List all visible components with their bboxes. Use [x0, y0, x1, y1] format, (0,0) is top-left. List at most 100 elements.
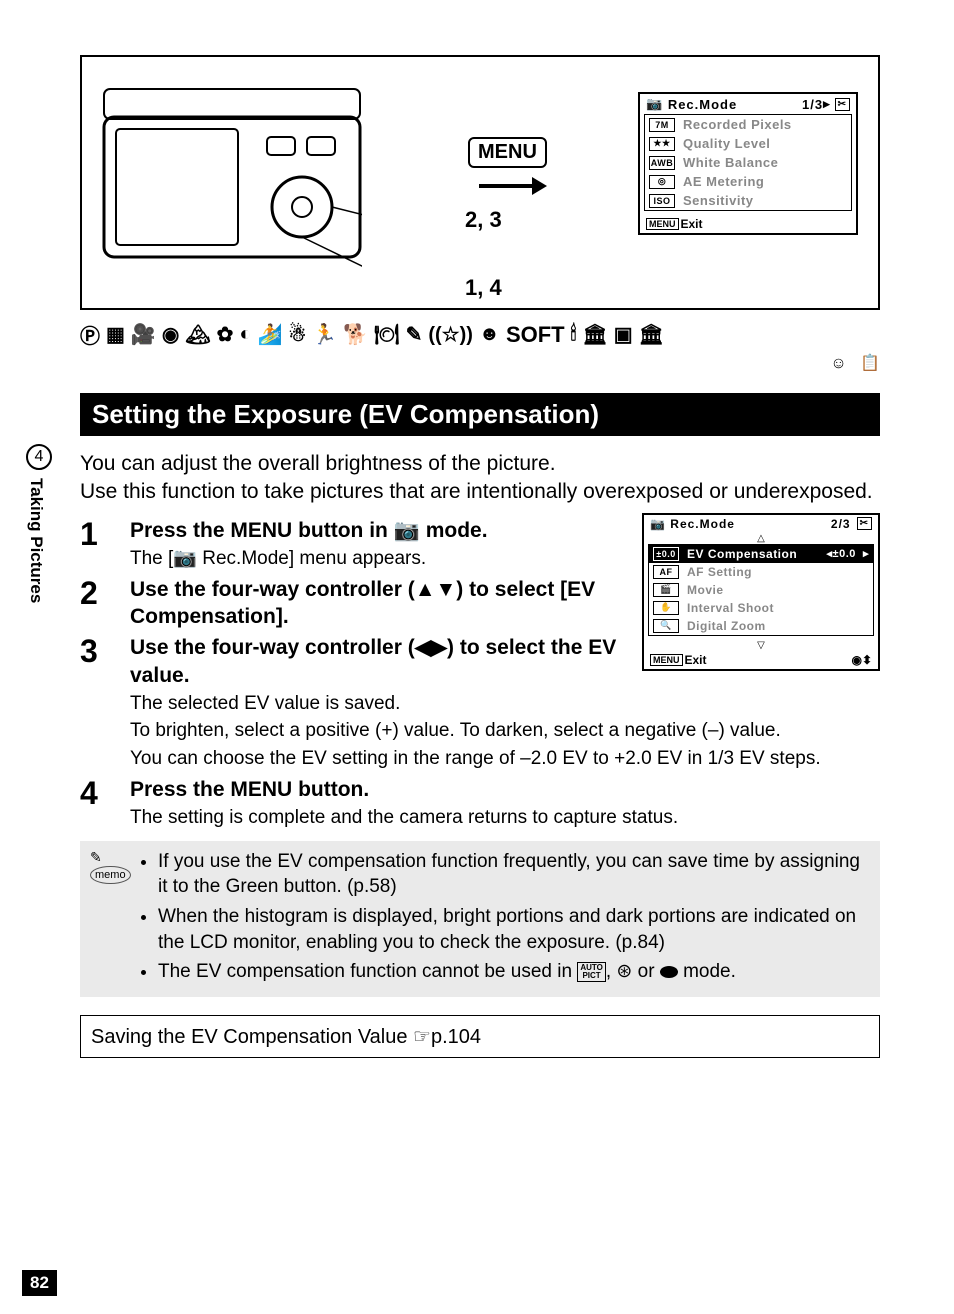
- lcd-item-icon: ★★: [649, 137, 675, 151]
- lcd-item-label: Interval Shoot: [687, 601, 774, 615]
- lcd-item-label: Quality Level: [683, 136, 770, 151]
- step4-desc: The setting is complete and the camera r…: [130, 805, 880, 831]
- auto-pict-icon: AUTOPICT: [577, 962, 606, 982]
- lcd-menu-item: 🎬 Movie: [649, 581, 873, 599]
- step1-menu-word: MENU: [230, 519, 292, 542]
- lcd-menu-item: AWB White Balance: [645, 153, 851, 172]
- mode-surf-icon: 🏄: [258, 322, 283, 347]
- tool-icon: ✂: [857, 517, 872, 530]
- step4-text-a: Press the: [130, 778, 230, 801]
- mode-text-icon: ✎: [406, 322, 423, 347]
- mode-voice-icon: ◉: [162, 322, 179, 347]
- lcd-item-icon: AF: [653, 565, 679, 579]
- step-number: 3: [80, 634, 130, 772]
- lcd-menu-item: 7M Recorded Pixels: [645, 115, 851, 134]
- mode-portrait-icon: ◐: [239, 323, 251, 346]
- lcd-item-label: EV Compensation: [687, 547, 797, 561]
- step-number: 2: [80, 576, 130, 631]
- mode-museum2-icon: 🏛: [639, 322, 664, 347]
- lcd-menu-item: ◎ AE Metering: [645, 172, 851, 191]
- lcd-item-icon: ±0.0: [653, 547, 679, 561]
- step-4: 4 Press the MENU button. The setting is …: [80, 776, 880, 831]
- mode-p-icon: Ⓟ: [80, 320, 100, 349]
- camera-mode-icon: 📷: [394, 519, 420, 542]
- mode-pet-icon: 🐕: [343, 322, 368, 347]
- mode-selfie-icon: ☻: [479, 323, 500, 346]
- lcd-menu-item: ✋Interval Shoot: [649, 599, 873, 617]
- step3-desc-3: You can choose the EV setting in the ran…: [130, 746, 880, 772]
- lcd2-exit: Exit: [685, 653, 707, 667]
- memo3-c: or: [632, 961, 659, 982]
- lcd-preview-recmode-1: 📷 Rec.Mode 1/3 ▸ ✂ 7M Recorded Pixels ★★ Qu…: [638, 92, 858, 235]
- camera-back-illustration: [102, 77, 362, 267]
- lcd-item-icon: AWB: [649, 156, 675, 170]
- lcd-menu-item: ±0.0EV Compensation◂±0.0 ▸: [649, 545, 873, 563]
- lcd-item-icon: ISO: [649, 194, 675, 208]
- lcd-menu-item: ISO Sensitivity: [645, 191, 851, 210]
- step1-text-c: mode.: [420, 519, 488, 542]
- menu-chip: MENU: [650, 654, 683, 666]
- mode-icon-row: Ⓟ ▦ 🎥 ◉ 🏔 ✿ ◐ 🏄 ☃ 🏃 🐕 🍽 ✎ ((☆)) ☻ SOFT 🕯…: [80, 320, 880, 349]
- side-tab: 4 Taking Pictures: [26, 444, 52, 603]
- callout-label-14: 1, 4: [465, 275, 502, 301]
- memo-item-3: The EV compensation function cannot be u…: [158, 959, 870, 985]
- arrow-right-icon: ▸: [823, 96, 831, 112]
- step-number: 1: [80, 517, 130, 572]
- tool-icon: ✂: [835, 98, 850, 111]
- menu-chip: MENU: [646, 218, 679, 230]
- mode-report-icon: 📋: [860, 355, 880, 372]
- diagram-box: MENU 2, 3 1, 4 📷 Rec.Mode 1/3 ▸ ✂ 7M Reco…: [80, 55, 880, 310]
- chapter-number-badge: 4: [26, 444, 52, 470]
- green-mode-icon: ⊛: [616, 961, 632, 982]
- step3-desc-2: To brighten, select a positive (+) value…: [130, 718, 880, 744]
- mode-soft-label: SOFT: [506, 322, 565, 348]
- lcd-item-label: White Balance: [683, 155, 778, 170]
- mode-food-icon: 🍽: [374, 322, 399, 347]
- intro-text-2: Use this function to take pictures that …: [80, 478, 880, 506]
- step1-text-b: button in: [292, 519, 393, 542]
- step4-text-b: button.: [292, 778, 369, 801]
- memo3-d: mode.: [678, 961, 736, 982]
- lcd-menu-item: 🔍 Digital Zoom: [649, 617, 873, 635]
- mode-movie-icon: 🎥: [131, 322, 156, 347]
- page-number: 82: [22, 1270, 57, 1296]
- camera-icon: 📷: [646, 96, 663, 112]
- ok-icon: ◉⬍: [851, 653, 872, 667]
- callout-label-23: 2, 3: [465, 207, 502, 233]
- down-arrow-icon: ▽: [644, 640, 878, 651]
- lcd-menu-item: ★★ Quality Level: [645, 134, 851, 153]
- chapter-title: Taking Pictures: [26, 478, 46, 603]
- cross-reference-box: Saving the EV Compensation Value ☞p.104: [80, 1015, 880, 1058]
- section-header: Setting the Exposure (EV Compensation): [80, 393, 880, 436]
- lcd-item-icon: 🎬: [653, 583, 679, 597]
- lcd-item-label: Sensitivity: [683, 193, 754, 208]
- camera-icon: 📷: [173, 548, 197, 569]
- lcd1-title: Rec.Mode: [668, 97, 737, 112]
- mode-night-icon: ▦: [106, 322, 125, 347]
- step1-desc-a: The [: [130, 548, 173, 569]
- lcd-item-icon: ◎: [649, 175, 675, 189]
- lcd-item-label: Movie: [687, 583, 724, 597]
- camera-icon: 📷: [650, 517, 666, 531]
- mode-frame-icon: ▣: [614, 322, 633, 347]
- lcd-item-label: Digital Zoom: [687, 619, 766, 633]
- mode-icon-row-2: ☺ 📋: [80, 353, 880, 373]
- memo-block: ✎ memo If you use the EV compensation fu…: [80, 841, 880, 997]
- lcd2-page: 2/3: [831, 517, 851, 531]
- lcd1-page: 1/3: [802, 97, 823, 112]
- mode-landscape-icon: 🏔: [185, 322, 210, 347]
- lcd-item-icon: 7M: [649, 118, 675, 132]
- lcd-item-icon: 🔍: [653, 619, 679, 633]
- memo-icon: ✎ memo: [90, 849, 140, 989]
- memo-item-2: When the histogram is displayed, bright …: [158, 904, 870, 955]
- memo3-b: ,: [606, 961, 617, 982]
- lcd-item-label: AE Metering: [683, 174, 764, 189]
- mode-sport-icon: 🏃: [312, 322, 337, 347]
- mode-flower-icon: ✿: [217, 322, 234, 347]
- black-dot-icon: [660, 966, 678, 978]
- lcd-item-label: Recorded Pixels: [683, 117, 792, 132]
- step3-desc-1: The selected EV value is saved.: [130, 691, 880, 717]
- step-number: 4: [80, 776, 130, 831]
- mode-fireworks-icon: ((☆)): [428, 322, 473, 347]
- step2-title: Use the four-way controller (▲▼) to sele…: [130, 576, 630, 631]
